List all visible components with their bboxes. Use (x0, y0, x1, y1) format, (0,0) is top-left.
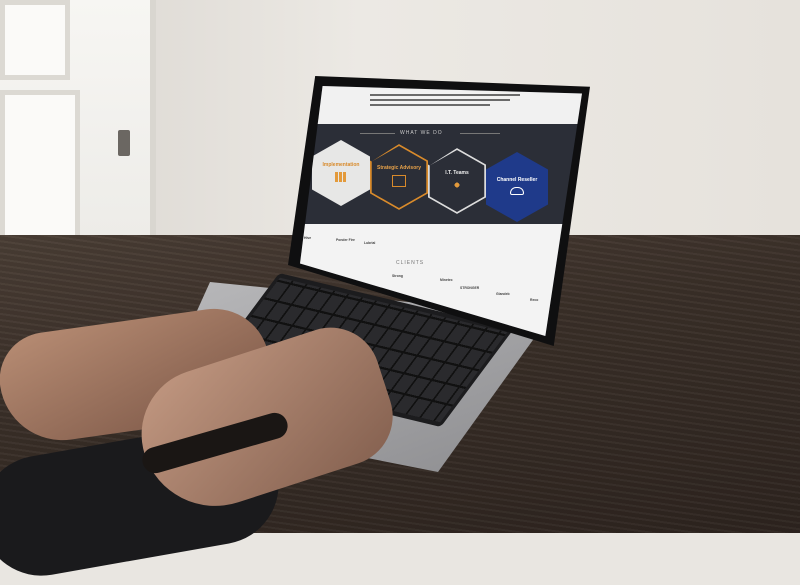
client-logo: Lubrial (364, 241, 376, 245)
service-strategic-advisory[interactable]: Strategic Advisory (370, 144, 428, 210)
cloud-icon (510, 187, 524, 195)
building-icon (335, 172, 347, 182)
client-logo: Glandeb (496, 292, 510, 296)
service-title: I.T. Teams (445, 170, 469, 176)
service-title: Implementation (322, 162, 360, 168)
text-line (370, 104, 490, 106)
client-logo: Hive (304, 236, 312, 240)
client-logo: Strong (392, 274, 403, 278)
service-it-teams[interactable]: I.T. Teams (428, 148, 486, 214)
service-title: Channel Reseller (496, 177, 538, 183)
divider (460, 133, 500, 134)
service-channel-reseller[interactable]: Channel Reseller (486, 152, 548, 222)
service-implementation[interactable]: Implementation (312, 140, 370, 206)
divider (360, 133, 395, 134)
client-logo: Minetec (440, 278, 453, 282)
window-latch (118, 130, 130, 156)
window-pane (0, 0, 70, 80)
text-line (370, 99, 510, 101)
window (0, 0, 156, 260)
client-logo: Reco (530, 298, 539, 302)
client-logo: Ponder Fire (336, 238, 355, 242)
service-title: Strategic Advisory (377, 165, 421, 171)
team-icon (451, 180, 463, 190)
section-title: WHAT WE DO (400, 130, 443, 136)
window-pane (0, 90, 80, 250)
map-icon (392, 175, 406, 187)
text-line (370, 94, 520, 96)
client-logo: STRONGER (460, 286, 480, 290)
clients-title: CLIENTS (396, 260, 425, 266)
